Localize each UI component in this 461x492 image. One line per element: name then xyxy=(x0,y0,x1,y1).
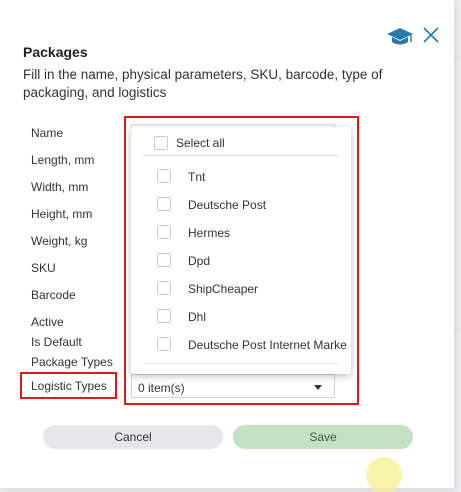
background-row xyxy=(454,56,461,57)
label-width: Width, mm xyxy=(31,180,89,194)
save-button[interactable]: Save xyxy=(233,425,413,449)
background-row xyxy=(454,328,461,329)
label-active: Active xyxy=(31,315,64,329)
label-weight: Weight, kg xyxy=(31,234,88,248)
graduation-cap-icon[interactable] xyxy=(386,26,414,48)
dropdown-highlight xyxy=(124,116,359,405)
label-highlight xyxy=(20,372,117,399)
label-height: Height, mm xyxy=(31,207,93,221)
label-name: Name xyxy=(31,126,64,140)
cursor-indicator xyxy=(366,457,402,492)
close-icon[interactable] xyxy=(420,24,442,46)
label-length: Length, mm xyxy=(31,153,95,167)
dialog-title: Packages xyxy=(23,44,88,60)
dialog-subtitle: Fill in the name, physical parameters, S… xyxy=(23,67,383,100)
label-package-types: Package Types xyxy=(31,355,113,369)
packages-dialog: Packages Fill in the name, physical para… xyxy=(0,0,454,488)
cancel-button[interactable]: Cancel xyxy=(43,425,223,449)
label-sku: SKU xyxy=(31,261,56,275)
label-barcode: Barcode xyxy=(31,288,76,302)
label-is-default: Is Default xyxy=(31,335,82,349)
